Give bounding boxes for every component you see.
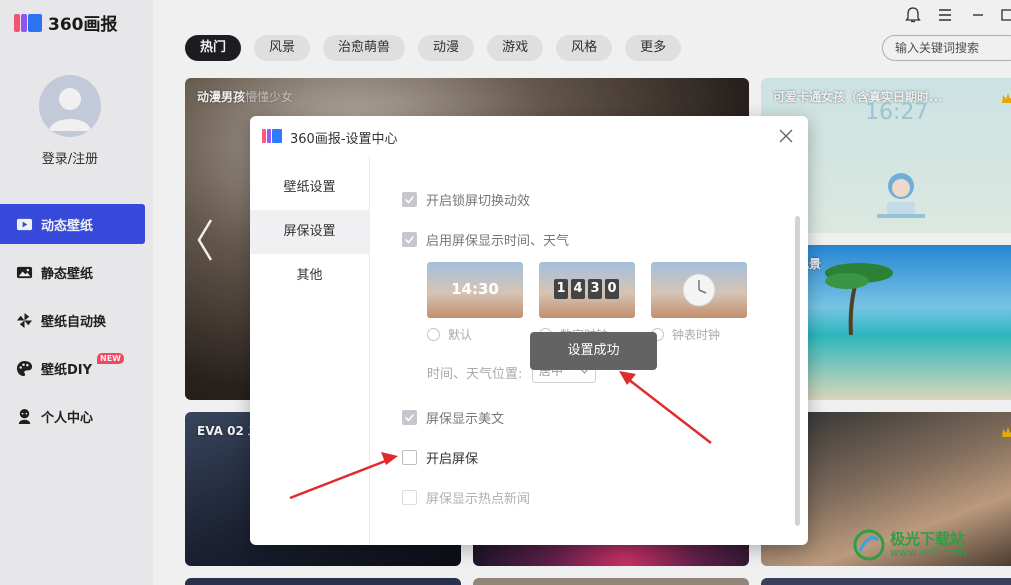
watermark-text: 极光下载站: [890, 530, 966, 548]
arrow-to-toast: [627, 378, 712, 444]
annotation-arrows: [289, 371, 712, 500]
watermark-logo-icon: [853, 529, 885, 561]
arrow-to-enable-screensaver: [289, 458, 389, 500]
watermark: 极光下载站 www.xz7.com: [852, 528, 966, 562]
watermark-url: www.xz7.com: [890, 546, 966, 559]
